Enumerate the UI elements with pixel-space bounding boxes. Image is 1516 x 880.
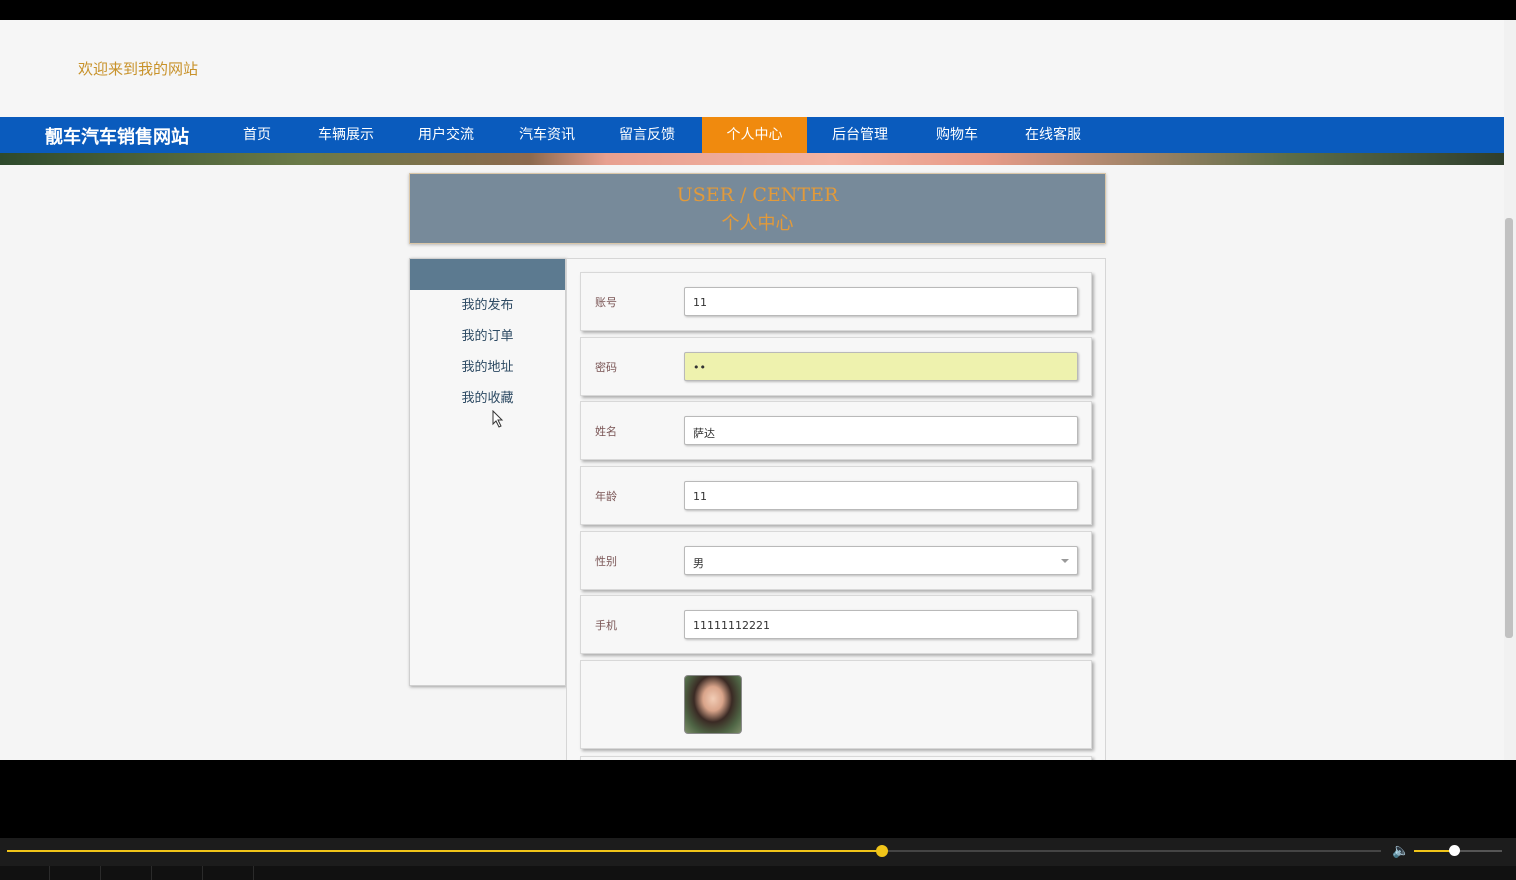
form-row-phone: 手机 11111112221: [580, 595, 1092, 654]
sidebar-item-my-address[interactable]: 我的地址: [410, 352, 565, 383]
form-row-account: 账号 11: [580, 272, 1092, 331]
volume-handle[interactable]: [1448, 845, 1460, 856]
account-label: 账号: [595, 296, 617, 309]
toolbar-button[interactable]: [101, 866, 152, 880]
volume-slider[interactable]: [1414, 845, 1502, 856]
section-title-en: USER / CENTER: [676, 184, 839, 206]
toolbar-button[interactable]: [50, 866, 101, 880]
nav-vehicles[interactable]: 车辆展示: [310, 117, 382, 153]
volume-level: [1414, 850, 1454, 852]
nav-support[interactable]: 在线客服: [1017, 117, 1089, 153]
profile-form: 账号 11 密码 •• 姓名 萨达 年龄 11 性别 男 手机 11111112…: [566, 258, 1106, 760]
browser-viewport: 欢迎来到我的网站 靓车汽车销售网站 首页 车辆展示 用户交流 汽车资讯 留言反馈…: [0, 20, 1516, 760]
age-input[interactable]: 11: [684, 481, 1078, 510]
sidebar-header: [410, 259, 565, 290]
gender-label: 性别: [595, 555, 617, 568]
video-player-controls: 🔈: [0, 838, 1516, 880]
seek-handle[interactable]: [876, 845, 889, 857]
nav-admin[interactable]: 后台管理: [824, 117, 896, 153]
player-toolbar: [0, 866, 1516, 880]
welcome-bar: 欢迎来到我的网站: [0, 20, 1516, 117]
scrollbar[interactable]: [1504, 20, 1516, 760]
toolbar-button[interactable]: [203, 866, 254, 880]
phone-label: 手机: [595, 619, 617, 632]
toolbar-button[interactable]: [152, 866, 203, 880]
nav-user-center[interactable]: 个人中心: [702, 117, 807, 153]
age-label: 年龄: [595, 490, 617, 503]
volume-icon[interactable]: 🔈: [1392, 843, 1409, 859]
password-input[interactable]: ••: [684, 352, 1078, 381]
seek-progress: [7, 850, 883, 852]
nav-cart[interactable]: 购物车: [928, 117, 986, 153]
nav-news[interactable]: 汽车资讯: [511, 117, 583, 153]
welcome-text: 欢迎来到我的网站: [78, 60, 199, 78]
chevron-down-icon: [1061, 559, 1069, 563]
site-brand[interactable]: 靓车汽车销售网站: [45, 123, 189, 149]
sidebar-item-my-posts[interactable]: 我的发布: [410, 290, 565, 321]
nav-feedback[interactable]: 留言反馈: [611, 117, 683, 153]
section-title-cn: 个人中心: [721, 213, 794, 234]
form-row-next: [580, 756, 1092, 760]
mouse-cursor-icon: [492, 410, 504, 428]
scrollbar-thumb[interactable]: [1505, 218, 1513, 638]
account-input[interactable]: 11: [684, 287, 1078, 316]
navbar: 靓车汽车销售网站 首页 车辆展示 用户交流 汽车资讯 留言反馈 个人中心 后台管…: [0, 117, 1516, 153]
name-input[interactable]: 萨达: [684, 416, 1078, 445]
toolbar-button[interactable]: [0, 866, 50, 880]
section-header: USER / CENTER 个人中心: [409, 173, 1106, 244]
form-row-avatar: [580, 660, 1092, 749]
nav-community[interactable]: 用户交流: [410, 117, 482, 153]
gender-select[interactable]: 男: [684, 546, 1078, 575]
user-sidebar: 我的发布 我的订单 我的地址 我的收藏: [409, 258, 566, 686]
form-row-gender: 性别 男: [580, 531, 1092, 590]
password-label: 密码: [595, 361, 617, 374]
form-row-password: 密码 ••: [580, 337, 1092, 396]
sidebar-item-my-favorites[interactable]: 我的收藏: [410, 383, 565, 414]
form-row-age: 年龄 11: [580, 466, 1092, 525]
seek-bar[interactable]: [7, 845, 1381, 857]
gender-value: 男: [693, 557, 704, 570]
phone-input[interactable]: 11111112221: [684, 610, 1078, 639]
avatar-image[interactable]: [684, 675, 742, 734]
banner-image: [0, 153, 1516, 165]
nav-home[interactable]: 首页: [234, 117, 280, 153]
name-label: 姓名: [595, 425, 617, 438]
sidebar-item-my-orders[interactable]: 我的订单: [410, 321, 565, 352]
form-row-name: 姓名 萨达: [580, 401, 1092, 460]
